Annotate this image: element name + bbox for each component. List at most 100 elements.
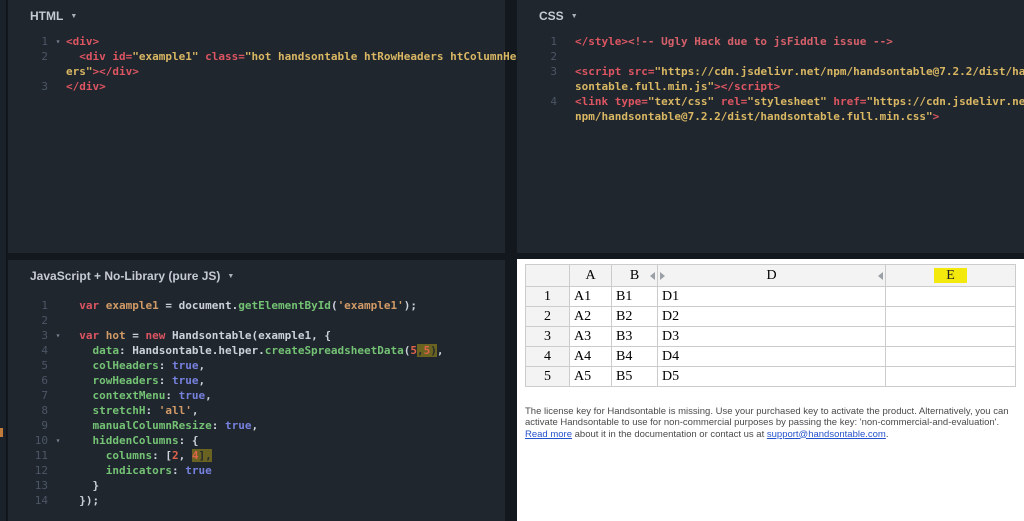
code-text[interactable]: <script src="https://cdn.jsdelivr.net/np… xyxy=(575,64,1024,79)
table-cell[interactable]: A3 xyxy=(569,326,612,347)
code-text[interactable]: <div> xyxy=(66,34,503,49)
read-more-link[interactable]: Read more xyxy=(525,429,572,440)
code-text[interactable]: npm/handsontable@7.2.2/dist/handsontable… xyxy=(575,109,1022,124)
code-text[interactable]: columns: [2, 4], xyxy=(66,448,503,463)
support-email-link[interactable]: support@handsontable.com xyxy=(767,429,886,440)
table-cell[interactable] xyxy=(885,366,1016,387)
column-header[interactable]: B xyxy=(611,264,658,287)
code-text[interactable]: colHeaders: true, xyxy=(66,358,503,373)
html-code-editor[interactable]: 1 ▾ <div> 2 <div id="example1" class="hot h… xyxy=(8,34,529,94)
code-line[interactable]: 4 <link type="text/css" rel="stylesheet" … xyxy=(517,94,1024,109)
code-line[interactable]: ers"></div> xyxy=(8,64,503,79)
code-text[interactable]: stretchH: 'all', xyxy=(66,403,503,418)
code-text[interactable]: <link type="text/css" rel="stylesheet" h… xyxy=(575,94,1024,109)
table-cell[interactable] xyxy=(885,346,1016,367)
code-token: , xyxy=(251,419,259,432)
code-line[interactable]: 13 } xyxy=(8,478,503,493)
code-line[interactable]: 12 indicators: true xyxy=(8,463,503,478)
code-text[interactable]: indicators: true xyxy=(66,463,503,478)
row-header[interactable]: 2 xyxy=(525,306,570,327)
code-line[interactable]: 9 manualColumnResize: true, xyxy=(8,418,503,433)
js-code-editor[interactable]: 1 var example1 = document.getElementById… xyxy=(8,298,503,508)
column-header[interactable]: D xyxy=(657,264,886,287)
fold-arrow-icon[interactable]: ▾ xyxy=(50,433,66,448)
table-cell[interactable]: D2 xyxy=(657,306,886,327)
code-token: npm/handsontable@7.2.2/dist/handsontable… xyxy=(575,110,933,123)
table-cell[interactable] xyxy=(885,326,1016,347)
table-cell[interactable]: B5 xyxy=(611,366,658,387)
code-token: : [ xyxy=(152,449,172,462)
fold-arrow-icon[interactable]: ▾ xyxy=(50,328,66,343)
table-cell[interactable]: B1 xyxy=(611,286,658,307)
code-text[interactable]: hiddenColumns: { xyxy=(66,433,503,448)
code-line[interactable]: 1 </style><!-- Ugly Hack due to jsFiddle … xyxy=(517,34,1022,49)
css-code-editor[interactable]: 1 </style><!-- Ugly Hack due to jsFiddle … xyxy=(517,34,1024,124)
chevron-down-icon[interactable]: ▼ xyxy=(227,272,234,280)
row-header[interactable]: 1 xyxy=(525,286,570,307)
table-cell[interactable]: A1 xyxy=(569,286,612,307)
table-cell[interactable]: A5 xyxy=(569,366,612,387)
code-line[interactable]: 6 rowHeaders: true, xyxy=(8,373,503,388)
row-header[interactable]: 3 xyxy=(525,326,570,347)
code-line[interactable]: 2 xyxy=(517,49,1022,64)
code-text[interactable]: <div id="example1" class="hot handsontab… xyxy=(66,49,529,64)
fold-arrow-icon[interactable]: ▾ xyxy=(50,34,66,49)
code-text[interactable]: var example1 = document.getElementById('… xyxy=(66,298,503,313)
code-line[interactable]: 1 var example1 = document.getElementById… xyxy=(8,298,503,313)
html-panel-header[interactable]: HTML ▼ xyxy=(8,0,505,23)
code-text[interactable]: manualColumnResize: true, xyxy=(66,418,503,433)
code-line[interactable]: 14 }); xyxy=(8,493,503,508)
table-cell[interactable]: A2 xyxy=(569,306,612,327)
code-text[interactable]: rowHeaders: true, xyxy=(66,373,503,388)
code-text[interactable]: }); xyxy=(66,493,503,508)
css-panel-header[interactable]: CSS ▼ xyxy=(517,0,1024,23)
code-line[interactable]: npm/handsontable@7.2.2/dist/handsontable… xyxy=(517,109,1022,124)
table-cell[interactable]: D5 xyxy=(657,366,886,387)
code-text[interactable]: </style><!-- Ugly Hack due to jsFiddle i… xyxy=(575,34,1022,49)
code-text[interactable]: } xyxy=(66,478,503,493)
chevron-down-icon[interactable]: ▼ xyxy=(70,12,77,20)
code-text[interactable] xyxy=(575,49,1022,64)
code-text[interactable]: var hot = new Handsontable(example1, { xyxy=(66,328,503,343)
code-line[interactable]: sontable.full.min.js"></script> xyxy=(517,79,1022,94)
code-line[interactable]: 3 </div> xyxy=(8,79,503,94)
table-cell[interactable]: D4 xyxy=(657,346,886,367)
code-token: "example1" xyxy=(132,50,199,63)
code-text[interactable]: data: Handsontable.helper.createSpreadsh… xyxy=(66,343,503,358)
column-header[interactable]: E xyxy=(885,264,1016,287)
code-text[interactable]: contextMenu: true, xyxy=(66,388,503,403)
table-cell[interactable]: B2 xyxy=(611,306,658,327)
code-token: rowHeaders xyxy=(92,374,159,387)
code-text[interactable] xyxy=(66,313,503,328)
code-line[interactable]: 4 data: Handsontable.helper.createSpread… xyxy=(8,343,503,358)
row-header[interactable]: 5 xyxy=(525,366,570,387)
code-line[interactable]: 1 ▾ <div> xyxy=(8,34,503,49)
code-line[interactable]: 11 columns: [2, 4], xyxy=(8,448,503,463)
code-line[interactable]: 2 <div id="example1" class="hot handsont… xyxy=(8,49,529,64)
table-cell[interactable]: B4 xyxy=(611,346,658,367)
code-text[interactable]: </div> xyxy=(66,79,503,94)
code-line[interactable]: 3 <script src="https://cdn.jsdelivr.net/n… xyxy=(517,64,1024,79)
code-line[interactable]: 7 contextMenu: true, xyxy=(8,388,503,403)
table-cell[interactable]: D1 xyxy=(657,286,886,307)
code-line[interactable]: 3 ▾ var hot = new Handsontable(example1, … xyxy=(8,328,503,343)
table-cell[interactable] xyxy=(885,286,1016,307)
code-text[interactable]: ers"></div> xyxy=(66,64,503,79)
code-line[interactable]: 8 stretchH: 'all', xyxy=(8,403,503,418)
code-text[interactable]: sontable.full.min.js"></script> xyxy=(575,79,1022,94)
js-panel-header[interactable]: JavaScript + No-Library (pure JS) ▼ xyxy=(8,260,505,283)
table-cell[interactable] xyxy=(885,306,1016,327)
corner-header[interactable] xyxy=(525,264,570,287)
table-cell[interactable]: D3 xyxy=(657,326,886,347)
chevron-down-icon[interactable]: ▼ xyxy=(571,12,578,20)
code-line[interactable]: 10 ▾ hiddenColumns: { xyxy=(8,433,503,448)
code-token: rel= xyxy=(714,95,748,108)
table-cell[interactable]: A4 xyxy=(569,346,612,367)
table-cell[interactable]: B3 xyxy=(611,326,658,347)
row-header[interactable]: 4 xyxy=(525,346,570,367)
panel-resizer-strip[interactable] xyxy=(0,0,7,521)
code-line[interactable]: 2 xyxy=(8,313,503,328)
column-header[interactable]: A xyxy=(569,264,612,287)
code-line[interactable]: 5 colHeaders: true, xyxy=(8,358,503,373)
